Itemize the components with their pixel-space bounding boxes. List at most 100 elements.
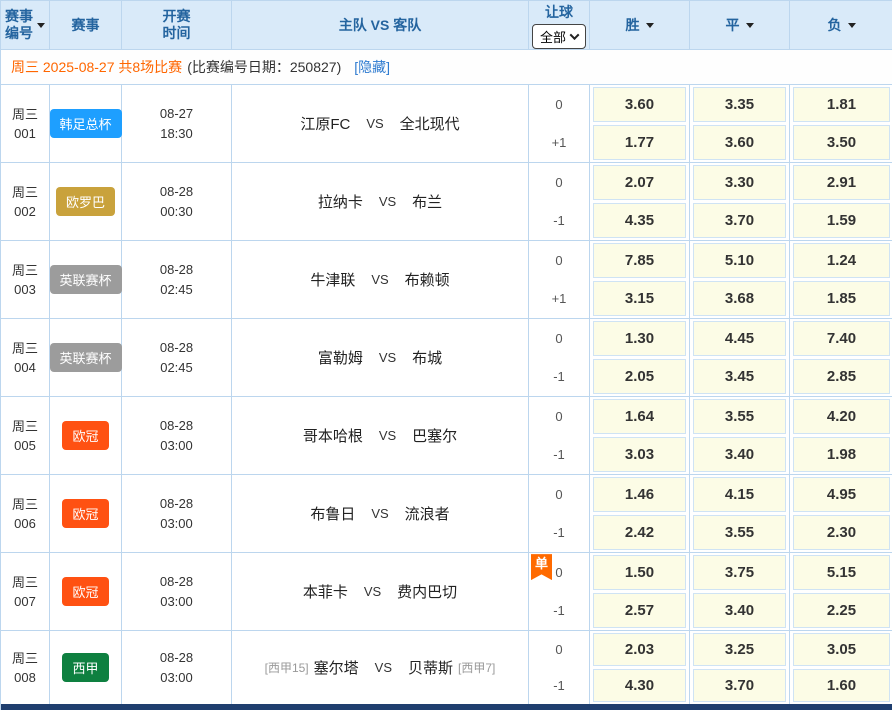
handicap-line-0: 0 — [529, 85, 589, 124]
header-win-sort[interactable]: 胜 — [590, 1, 690, 49]
odds-lose-line0[interactable]: 5.15 — [793, 555, 890, 590]
odds-win-line0[interactable]: 1.46 — [593, 477, 686, 512]
odds-draw-line0[interactable]: 3.25 — [693, 633, 786, 666]
odds-draw-line0[interactable]: 3.75 — [693, 555, 786, 590]
league-cell: 西甲 — [50, 631, 122, 704]
odds-draw-line0[interactable]: 5.10 — [693, 243, 786, 278]
lose-odds-cell: 1.81 3.50 — [790, 85, 892, 162]
league-badge[interactable]: 欧罗巴 — [56, 187, 115, 216]
handicap-cell: 0 +1 — [529, 85, 590, 162]
match-day: 周三 — [12, 183, 38, 202]
odds-win-line1[interactable]: 4.30 — [593, 669, 686, 702]
league-badge[interactable]: 欧冠 — [62, 577, 108, 606]
odds-win-line0[interactable]: 7.85 — [593, 243, 686, 278]
odds-draw-line0[interactable]: 4.45 — [693, 321, 786, 356]
odds-lose-line1[interactable]: 3.50 — [793, 125, 890, 160]
league-badge[interactable]: 西甲 — [62, 653, 108, 682]
match-time: 02:45 — [160, 280, 193, 300]
home-team: 富勒姆 — [318, 347, 363, 368]
odds-lose-line1[interactable]: 2.30 — [793, 515, 890, 550]
match-day: 周三 — [12, 649, 38, 668]
odds-lose-line0[interactable]: 3.05 — [793, 633, 890, 666]
odds-lose-line1[interactable]: 2.25 — [793, 593, 890, 628]
match-number: 004 — [14, 358, 36, 377]
lose-odds-cell: 5.15 2.25 — [790, 553, 892, 630]
odds-lose-line0[interactable]: 4.20 — [793, 399, 890, 434]
header-handicap: 让球 全部 — [529, 1, 590, 49]
home-team: 拉纳卡 — [318, 191, 363, 212]
win-odds-cell: 1.46 2.42 — [590, 475, 690, 552]
league-badge[interactable]: 欧冠 — [62, 499, 108, 528]
header-draw-sort[interactable]: 平 — [690, 1, 790, 49]
odds-lose-line1[interactable]: 1.60 — [793, 669, 890, 702]
odds-lose-line1[interactable]: 1.59 — [793, 203, 890, 238]
match-day: 周三 — [12, 339, 38, 358]
league-badge[interactable]: 英联赛杯 — [50, 265, 122, 294]
teams-cell: 富勒姆 VS 布城 — [232, 319, 529, 396]
odds-lose-line0[interactable]: 4.95 — [793, 477, 890, 512]
odds-draw-line1[interactable]: 3.60 — [693, 125, 786, 160]
odds-win-line1[interactable]: 3.15 — [593, 281, 686, 316]
odds-win-line1[interactable]: 2.05 — [593, 359, 686, 394]
odds-win-line1[interactable]: 2.57 — [593, 593, 686, 628]
handicap-cell: 单 0 -1 — [529, 553, 590, 630]
match-time: 03:00 — [160, 668, 193, 688]
time-cell: 08-28 03:00 — [122, 553, 232, 630]
vs-label: VS — [371, 506, 388, 521]
odds-draw-line1[interactable]: 3.40 — [693, 593, 786, 628]
league-badge[interactable]: 欧冠 — [62, 421, 108, 450]
odds-draw-line0[interactable]: 3.35 — [693, 87, 786, 122]
header-match-number-sort[interactable]: 赛事 编号 — [1, 1, 50, 49]
match-number: 003 — [14, 280, 36, 299]
match-time: 03:00 — [160, 514, 193, 534]
sort-arrow-icon — [746, 23, 754, 28]
match-date: 08-28 — [160, 260, 193, 280]
league-cell: 韩足总杯 — [50, 85, 122, 162]
odds-win-line0[interactable]: 1.64 — [593, 399, 686, 434]
odds-lose-line0[interactable]: 7.40 — [793, 321, 890, 356]
odds-win-line1[interactable]: 3.03 — [593, 437, 686, 472]
odds-win-line0[interactable]: 2.03 — [593, 633, 686, 666]
home-team: 牛津联 — [310, 269, 355, 290]
odds-draw-line0[interactable]: 3.30 — [693, 165, 786, 200]
league-badge[interactable]: 韩足总杯 — [50, 109, 122, 138]
odds-draw-line1[interactable]: 3.70 — [693, 669, 786, 702]
odds-draw-line0[interactable]: 4.15 — [693, 477, 786, 512]
match-code-note: (比赛编号日期：250827) — [187, 57, 341, 77]
odds-lose-line1[interactable]: 1.85 — [793, 281, 890, 316]
odds-table: 赛事 编号 赛事 开赛 时间 主队 VS 客队 让球 全部 胜 — [0, 0, 892, 710]
odds-lose-line1[interactable]: 2.85 — [793, 359, 890, 394]
odds-draw-line0[interactable]: 3.55 — [693, 399, 786, 434]
odds-win-line0[interactable]: 1.50 — [593, 555, 686, 590]
league-cell: 欧冠 — [50, 475, 122, 552]
odds-draw-line1[interactable]: 3.70 — [693, 203, 786, 238]
odds-win-line1[interactable]: 1.77 — [593, 125, 686, 160]
time-cell: 08-28 02:45 — [122, 319, 232, 396]
odds-win-line0[interactable]: 1.30 — [593, 321, 686, 356]
odds-lose-line0[interactable]: 1.81 — [793, 87, 890, 122]
odds-lose-line0[interactable]: 2.91 — [793, 165, 890, 200]
handicap-filter-select[interactable]: 全部 — [532, 24, 586, 49]
odds-lose-line1[interactable]: 1.98 — [793, 437, 890, 472]
odds-draw-line1[interactable]: 3.45 — [693, 359, 786, 394]
odds-win-line0[interactable]: 2.07 — [593, 165, 686, 200]
draw-odds-cell: 3.55 3.40 — [690, 397, 790, 474]
odds-win-line0[interactable]: 3.60 — [593, 87, 686, 122]
odds-win-line1[interactable]: 2.42 — [593, 515, 686, 550]
match-time: 18:30 — [160, 124, 193, 144]
odds-draw-line1[interactable]: 3.68 — [693, 281, 786, 316]
match-day: 周三 — [12, 573, 38, 592]
handicap-line-0: 0 — [529, 241, 589, 280]
league-badge[interactable]: 英联赛杯 — [50, 343, 122, 372]
odds-lose-line0[interactable]: 1.24 — [793, 243, 890, 278]
header-lose-sort[interactable]: 负 — [790, 1, 892, 49]
win-odds-cell: 1.50 2.57 — [590, 553, 690, 630]
hide-link[interactable]: [隐藏] — [354, 57, 390, 77]
away-team: 巴塞尔 — [412, 425, 457, 446]
odds-draw-line1[interactable]: 3.40 — [693, 437, 786, 472]
odds-draw-line1[interactable]: 3.55 — [693, 515, 786, 550]
teams-cell: 哥本哈根 VS 巴塞尔 — [232, 397, 529, 474]
handicap-line-1: -1 — [529, 358, 589, 397]
odds-win-line1[interactable]: 4.35 — [593, 203, 686, 238]
match-date: 08-28 — [160, 182, 193, 202]
